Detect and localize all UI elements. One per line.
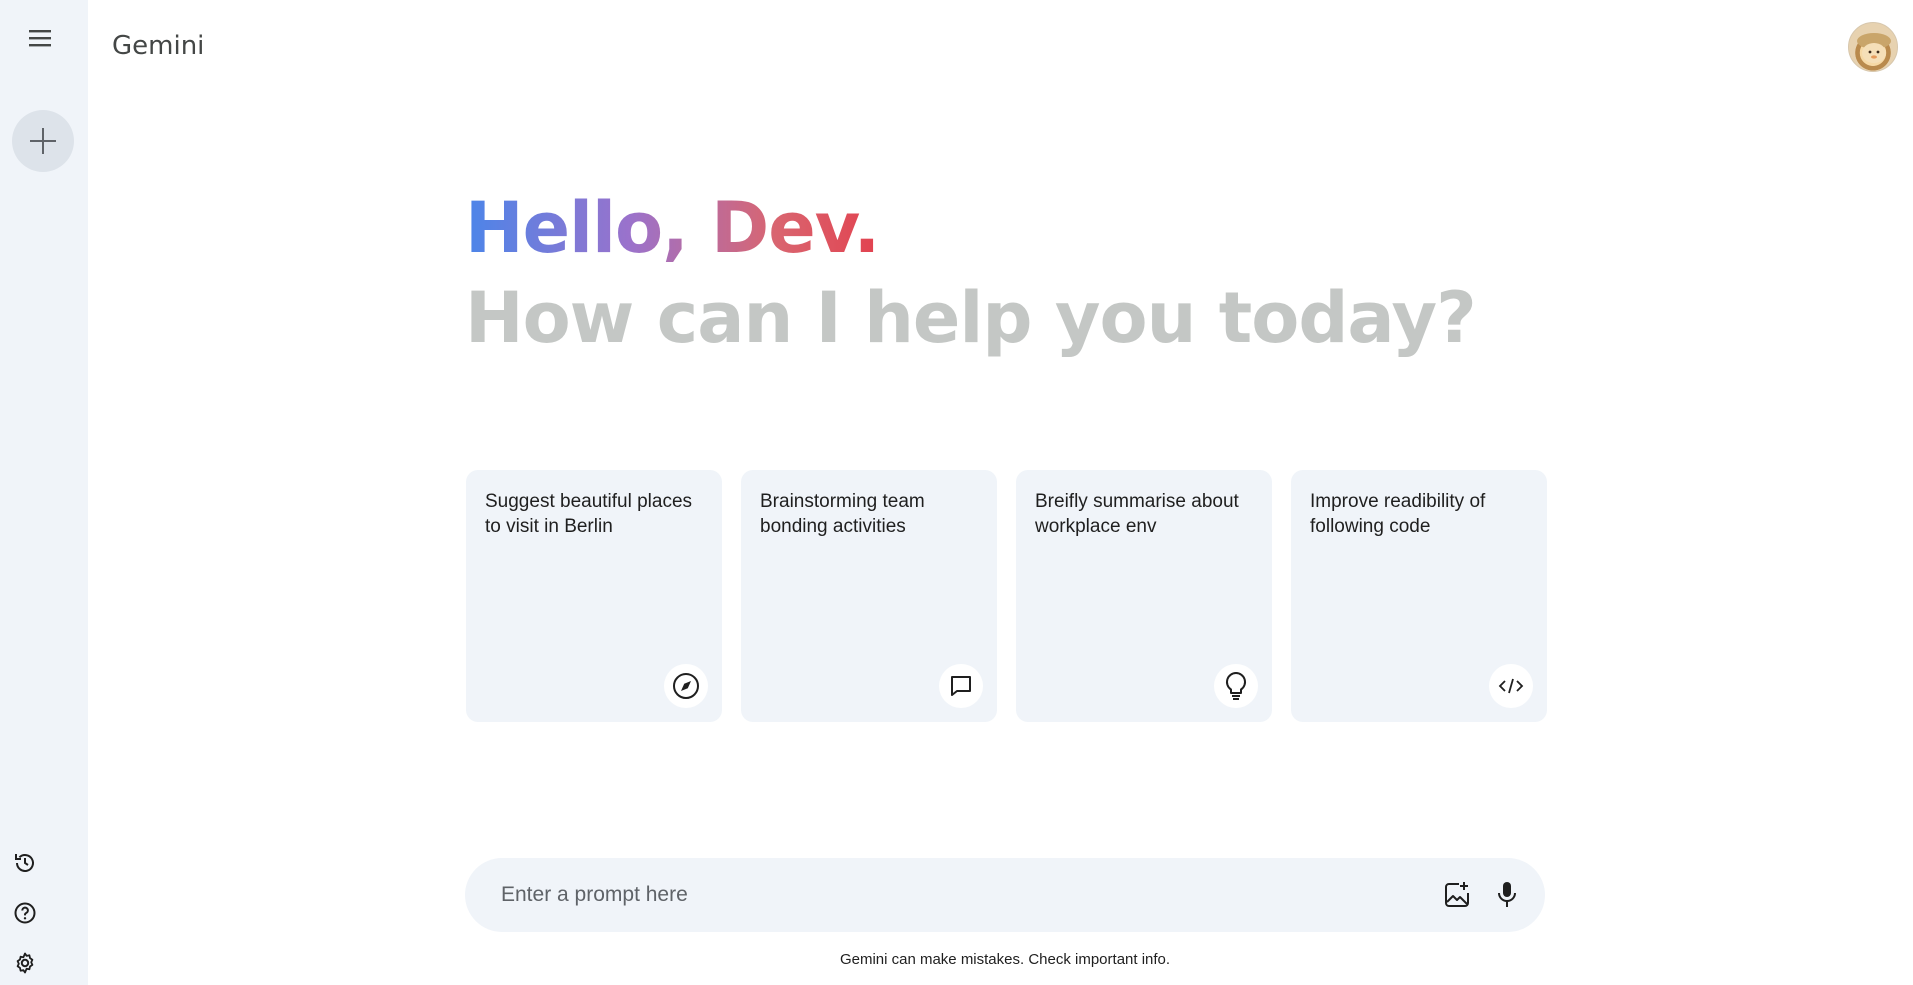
help-icon: [14, 902, 36, 924]
sidebar: [0, 0, 88, 985]
suggestion-card-team-bonding[interactable]: Brainstorming team bonding activities: [741, 470, 997, 722]
microphone-icon: [1498, 882, 1516, 907]
help-button[interactable]: [10, 898, 40, 928]
app-title: Gemini: [112, 31, 205, 61]
greeting-hello: Hello, Dev.: [465, 183, 880, 273]
card-text: Brainstorming team bonding activities: [760, 491, 925, 537]
card-text: Improve readibility of following code: [1310, 491, 1486, 537]
menu-icon: [29, 30, 51, 47]
plus-icon: [30, 128, 56, 154]
suggestion-card-berlin[interactable]: Suggest beautiful places to visit in Ber…: [466, 470, 722, 722]
code-icon: [1498, 678, 1524, 694]
greeting-subtitle: How can I help you today?: [465, 277, 1477, 359]
history-icon: [15, 854, 34, 872]
card-text: Suggest beautiful places to visit in Ber…: [485, 491, 693, 537]
add-image-icon: [1445, 882, 1469, 907]
microphone-button[interactable]: [1487, 875, 1527, 915]
chat-bubble-icon: [951, 676, 971, 696]
prompt-bar: [465, 858, 1545, 932]
avatar[interactable]: [1848, 22, 1898, 72]
disclaimer-text: Gemini can make mistakes. Check importan…: [839, 951, 1171, 968]
suggestion-card-code[interactable]: Improve readibility of following code: [1291, 470, 1547, 722]
settings-button[interactable]: [10, 948, 40, 978]
new-chat-button[interactable]: [12, 110, 74, 172]
lightbulb-icon: [1225, 671, 1247, 700]
card-text: Breifly summarise about workplace env: [1035, 491, 1239, 537]
suggestion-card-workplace[interactable]: Breifly summarise about workplace env: [1016, 470, 1272, 722]
menu-button[interactable]: [22, 20, 58, 56]
compass-icon: [673, 673, 699, 699]
settings-icon: [16, 952, 34, 974]
history-button[interactable]: [10, 848, 40, 878]
prompt-input[interactable]: [501, 875, 1381, 915]
avatar-image-icon: [1857, 33, 1891, 63]
add-image-button[interactable]: [1437, 875, 1477, 915]
